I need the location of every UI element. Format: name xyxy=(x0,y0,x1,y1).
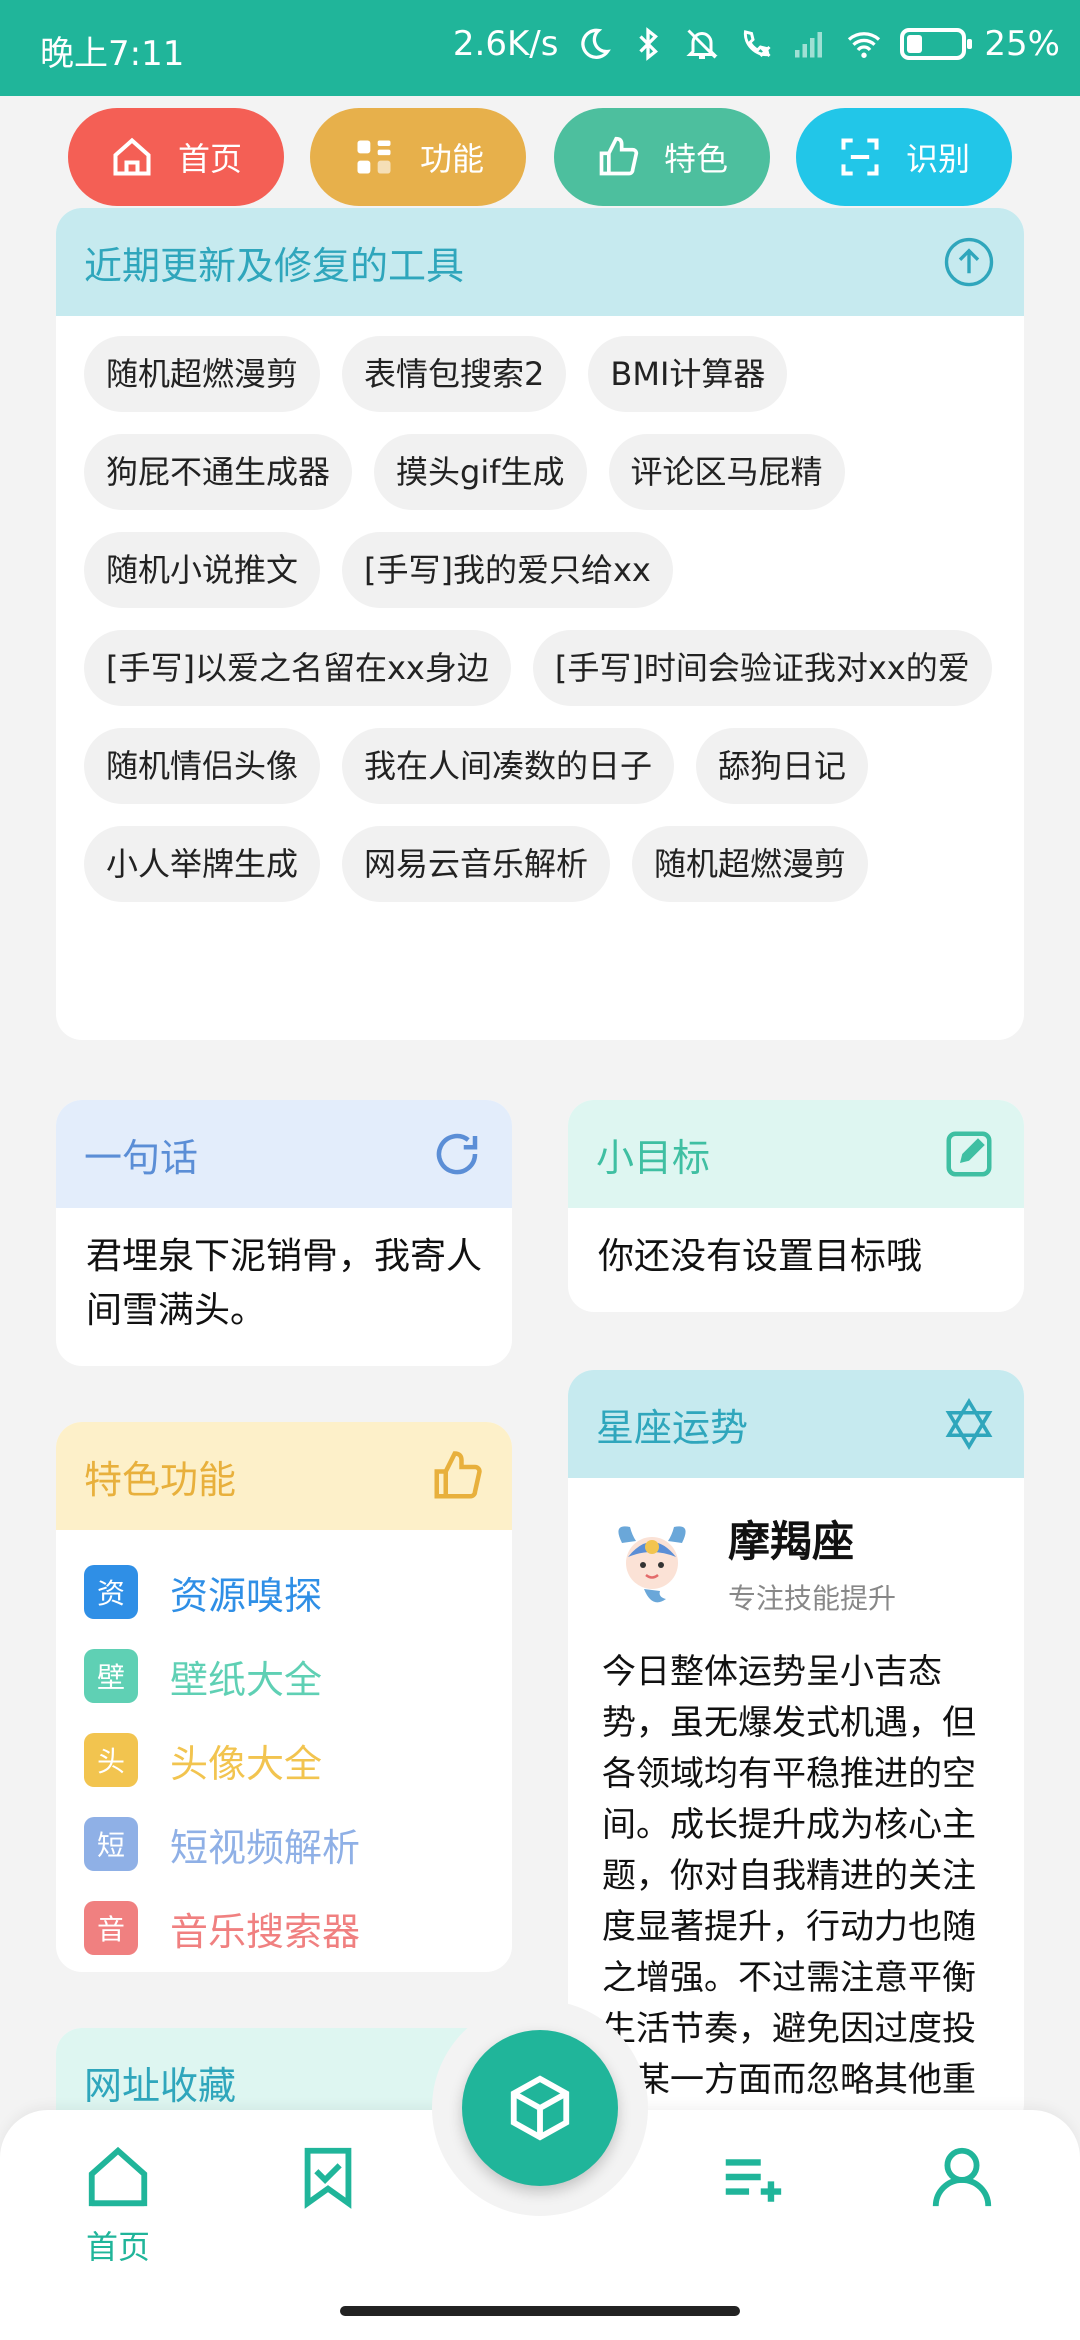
wifi-icon xyxy=(848,32,881,58)
user-icon xyxy=(932,2147,992,2207)
tool-tag[interactable]: 评论区马屁精 xyxy=(608,434,845,510)
status-icons: 2.6K/s 25% xyxy=(453,24,1060,64)
tool-tag[interactable]: 随机小说推文 xyxy=(84,532,321,608)
feature-badge: 短 xyxy=(84,1817,138,1871)
pill-home[interactable]: 首页 xyxy=(68,108,284,206)
quote-text: 君埋泉下泥销骨，我寄人间雪满头。 xyxy=(86,1236,483,1331)
moon-icon xyxy=(581,28,612,59)
pill-home-label: 首页 xyxy=(177,140,242,178)
star-of-david-icon[interactable] xyxy=(942,1397,996,1451)
feature-badge: 壁 xyxy=(84,1649,138,1703)
refresh-icon[interactable] xyxy=(430,1127,484,1181)
tool-tag[interactable]: [手写]时间会验证我对xx的爱 xyxy=(532,630,992,706)
cube-icon xyxy=(510,2075,570,2141)
recent-tools-title: 近期更新及修复的工具 xyxy=(84,243,465,288)
tool-tag[interactable]: 我在人间凑数的日子 xyxy=(342,728,675,804)
tool-tag[interactable]: 摸头gif生成 xyxy=(374,434,587,510)
thumbs-up-icon xyxy=(599,136,639,176)
signal-icon xyxy=(795,32,823,58)
arrow-up-circle-icon[interactable] xyxy=(942,235,996,289)
feature-badge: 头 xyxy=(84,1733,138,1787)
battery-icon xyxy=(900,28,973,60)
mute-bell-icon xyxy=(686,29,719,59)
feature-label: 壁纸大全 xyxy=(170,1657,323,1702)
bookmark-title: 网址收藏 xyxy=(84,2063,237,2108)
edit-icon[interactable] xyxy=(942,1127,996,1181)
nav-home[interactable]: 首页 xyxy=(48,2142,188,2268)
feature-label: 资源嗅探 xyxy=(170,1573,323,1618)
tool-tag[interactable]: 随机超燃漫剪 xyxy=(84,336,321,412)
horoscope-card: 星座运势 摩羯座 专注技能提升 今日整体运势呈小吉态势，虽无爆发式机遇，但各领域… xyxy=(568,1370,1024,2130)
pill-function[interactable]: 功能 xyxy=(310,108,526,206)
quote-header: 一句话 xyxy=(56,1100,512,1208)
feature-item[interactable]: 短短视频解析 xyxy=(84,1802,484,1886)
status-time: 晚上7:11 xyxy=(40,34,185,74)
pill-recognize[interactable]: 识别 xyxy=(796,108,1012,206)
network-speed: 2.6K/s xyxy=(452,24,559,64)
recent-tools-card: 近期更新及修复的工具 随机超燃漫剪 表情包搜索2 BMI计算器 狗屁不通生成器 摸头gi… xyxy=(56,208,1024,1040)
tool-tag[interactable]: 狗屁不通生成器 xyxy=(84,434,353,510)
tool-tag[interactable]: 网易云音乐解析 xyxy=(342,826,611,902)
tool-tag[interactable]: 随机超燃漫剪 xyxy=(632,826,869,902)
tool-tag[interactable]: 随机情侣头像 xyxy=(84,728,321,804)
feature-label: 头像大全 xyxy=(170,1741,323,1786)
horoscope-text: 今日整体运势呈小吉态势，虽无爆发式机遇，但各领域均有平稳推进的空间。成长提升成为… xyxy=(602,1652,976,2130)
goal-text: 你还没有设置目标哦 xyxy=(598,1236,923,1277)
feature-item[interactable]: 资资源嗅探 xyxy=(84,1550,484,1634)
tool-tag[interactable]: 舔狗日记 xyxy=(696,728,869,804)
feature-title: 特色功能 xyxy=(84,1457,237,1502)
quick-nav-pills: 首页 功能 特色 识别 xyxy=(68,108,1012,208)
home-icon xyxy=(88,2146,148,2207)
feature-item[interactable]: 壁壁纸大全 xyxy=(84,1634,484,1718)
tool-tag[interactable]: [手写]我的爱只给xx xyxy=(342,532,673,608)
feature-badge: 音 xyxy=(84,1901,138,1955)
feature-item[interactable]: 音音乐搜索器 xyxy=(84,1886,484,1970)
feature-label: 音乐搜索器 xyxy=(170,1909,361,1954)
scan-icon xyxy=(841,138,879,176)
bookmark-check-icon xyxy=(304,2147,352,2209)
playlist-add-icon xyxy=(725,2159,782,2202)
feature-header: 特色功能 xyxy=(56,1422,512,1530)
nav-profile[interactable] xyxy=(892,2142,1032,2212)
feature-label: 短视频解析 xyxy=(170,1825,361,1870)
capricorn-avatar xyxy=(618,1525,686,1602)
feature-badge: 资 xyxy=(84,1565,138,1619)
call-off-icon xyxy=(744,30,771,58)
home-indicator xyxy=(340,2306,740,2316)
nav-playlist[interactable] xyxy=(682,2142,822,2212)
tool-tag[interactable]: 小人举牌生成 xyxy=(84,826,321,902)
pill-recognize-label: 识别 xyxy=(905,140,970,178)
feature-list: 资资源嗅探壁壁纸大全头头像大全短短视频解析音音乐搜索器 xyxy=(56,1530,512,1970)
grid-icon xyxy=(357,140,391,174)
feature-item[interactable]: 头头像大全 xyxy=(84,1718,484,1802)
feature-card: 特色功能 资资源嗅探壁壁纸大全头头像大全短短视频解析音音乐搜索器 xyxy=(56,1422,512,1972)
quote-title: 一句话 xyxy=(84,1135,199,1180)
quote-card: 一句话 君埋泉下泥销骨，我寄人间雪满头。 xyxy=(56,1100,512,1366)
goal-card: 小目标 你还没有设置目标哦 xyxy=(568,1100,1024,1312)
bluetooth-icon xyxy=(639,27,659,61)
tool-tag[interactable]: BMI计算器 xyxy=(588,336,788,412)
recent-tools-header: 近期更新及修复的工具 xyxy=(56,208,1024,316)
zodiac-subtitle: 专注技能提升 xyxy=(728,1582,897,1615)
center-fab-button[interactable] xyxy=(462,2030,618,2186)
pill-function-label: 功能 xyxy=(419,140,484,178)
tool-tag[interactable]: [手写]以爱之名留在xx身边 xyxy=(84,630,511,706)
goal-header: 小目标 xyxy=(568,1100,1024,1208)
home-icon xyxy=(113,137,151,176)
zodiac-sign: 摩羯座 xyxy=(728,1517,855,1566)
goal-title: 小目标 xyxy=(596,1135,711,1180)
tool-tag[interactable]: 表情包搜索2 xyxy=(342,336,567,412)
pill-feature[interactable]: 特色 xyxy=(554,108,770,206)
tool-tag-list: 随机超燃漫剪 表情包搜索2 BMI计算器 狗屁不通生成器 摸头gif生成 评论区马屁精 随机… xyxy=(56,316,1024,902)
status-bar: 晚上7:11 2.6K/s 25% xyxy=(0,0,1080,96)
nav-home-label: 首页 xyxy=(85,2228,150,2266)
nav-bookmarks[interactable] xyxy=(258,2142,398,2212)
horoscope-title: 星座运势 xyxy=(596,1405,749,1450)
horoscope-header: 星座运势 xyxy=(568,1370,1024,1478)
zodiac-header: 摩羯座 专注技能提升 xyxy=(568,1478,1024,1617)
thumbs-up-icon xyxy=(434,1451,482,1499)
battery-percent: 25% xyxy=(984,24,1060,64)
pill-feature-label: 特色 xyxy=(663,140,728,178)
